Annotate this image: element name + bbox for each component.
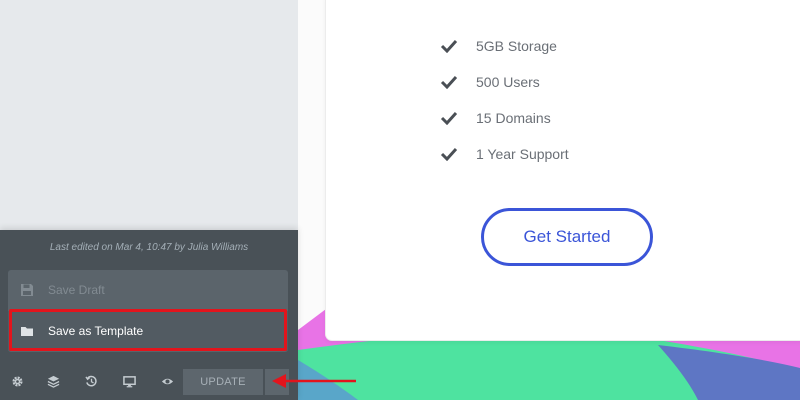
responsive-mode-button[interactable] [110, 363, 148, 400]
feature-label: 15 Domains [476, 110, 551, 126]
editor-panel-footer-area: Last edited on Mar 4, 10:47 by Julia Wil… [0, 230, 298, 400]
gear-icon [11, 376, 23, 387]
check-icon [440, 39, 458, 53]
pricing-card: 5GB Storage 500 Users 15 Domains 1 Year … [326, 0, 800, 340]
annotation-arrow [272, 374, 356, 388]
save-as-template-label: Save as Template [48, 324, 144, 338]
feature-label: 1 Year Support [476, 146, 569, 162]
save-draft-item[interactable]: Save Draft [8, 270, 288, 310]
history-icon [84, 375, 97, 387]
settings-button[interactable] [0, 363, 34, 400]
check-icon [440, 75, 458, 89]
editor-footer-toolbar: UPDATE [0, 363, 298, 400]
feature-item: 1 Year Support [440, 144, 569, 164]
feature-label: 500 Users [476, 74, 540, 90]
history-button[interactable] [72, 363, 110, 400]
save-draft-label: Save Draft [48, 283, 105, 297]
floppy-disk-icon [21, 284, 33, 296]
navigator-button[interactable] [34, 363, 72, 400]
check-icon [440, 147, 458, 161]
feature-item: 15 Domains [440, 108, 551, 128]
check-icon [440, 111, 458, 125]
preview-button[interactable] [148, 363, 186, 400]
eye-icon [161, 378, 173, 385]
layers-icon [47, 375, 59, 388]
desktop-icon [122, 376, 136, 388]
get-started-button[interactable]: Get Started [481, 208, 653, 266]
preview-canvas: 5GB Storage 500 Users 15 Domains 1 Year … [298, 0, 800, 400]
editor-panel-body [0, 0, 298, 230]
last-edited-text: Last edited on Mar 4, 10:47 by Julia Wil… [49, 242, 249, 253]
folder-icon [21, 327, 33, 336]
update-button[interactable]: UPDATE [183, 369, 263, 395]
feature-item: 5GB Storage [440, 36, 557, 56]
save-as-template-item[interactable]: Save as Template [8, 311, 288, 351]
feature-label: 5GB Storage [476, 38, 557, 54]
update-options-menu: Save Draft Save as Template [8, 270, 288, 352]
feature-item: 500 Users [440, 72, 540, 92]
